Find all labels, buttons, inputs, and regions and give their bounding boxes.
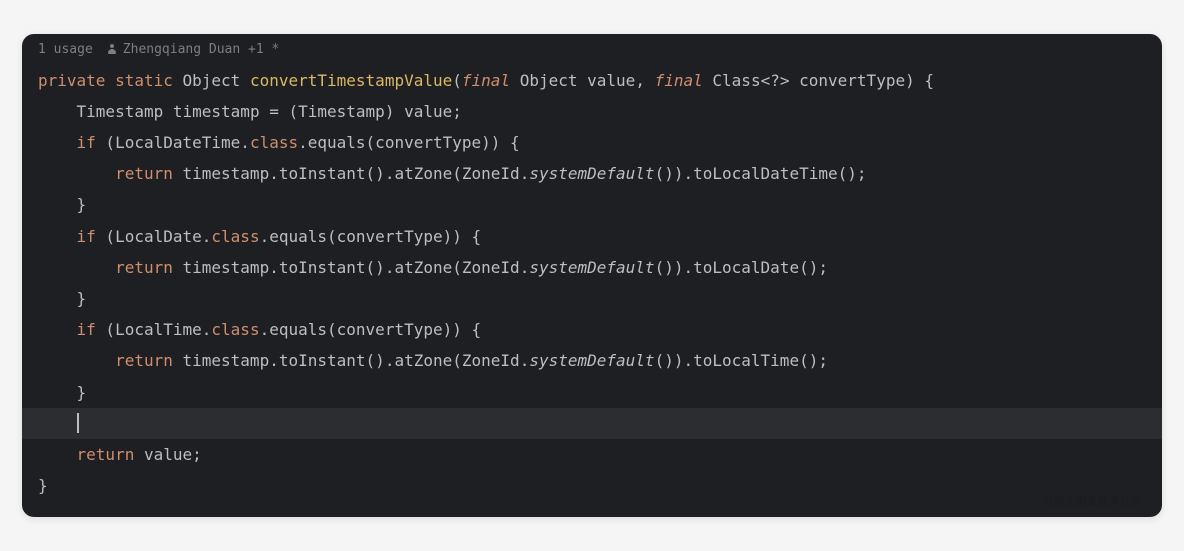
usage-count[interactable]: 1 usage bbox=[38, 42, 93, 57]
code-body[interactable]: private static Object convertTimestampVa… bbox=[22, 61, 1162, 518]
code-line: } bbox=[38, 189, 1146, 220]
code-line: } bbox=[38, 377, 1146, 408]
code-line: return timestamp.toInstant().atZone(Zone… bbox=[38, 252, 1146, 283]
code-header: 1 usage Zhengqiang Duan +1 * bbox=[22, 34, 1162, 61]
watermark-text: @稀土掘金技术社区 bbox=[1043, 493, 1142, 509]
code-line: private static Object convertTimestampVa… bbox=[38, 65, 1146, 96]
text-cursor bbox=[77, 413, 79, 433]
author-info[interactable]: Zhengqiang Duan +1 * bbox=[107, 42, 280, 57]
code-line: Timestamp timestamp = (Timestamp) value; bbox=[38, 96, 1146, 127]
code-line-active bbox=[22, 408, 1162, 439]
code-line: return value; bbox=[38, 439, 1146, 470]
code-line: return timestamp.toInstant().atZone(Zone… bbox=[38, 345, 1146, 376]
code-line: } bbox=[38, 470, 1146, 501]
code-line: } bbox=[38, 283, 1146, 314]
person-icon bbox=[107, 44, 117, 54]
code-editor-panel: 1 usage Zhengqiang Duan +1 * private sta… bbox=[22, 34, 1162, 518]
code-line: return timestamp.toInstant().atZone(Zone… bbox=[38, 158, 1146, 189]
author-name: Zhengqiang Duan +1 * bbox=[123, 42, 280, 57]
code-line: if (LocalTime.class.equals(convertType))… bbox=[38, 314, 1146, 345]
code-line: if (LocalDate.class.equals(convertType))… bbox=[38, 221, 1146, 252]
code-line: if (LocalDateTime.class.equals(convertTy… bbox=[38, 127, 1146, 158]
